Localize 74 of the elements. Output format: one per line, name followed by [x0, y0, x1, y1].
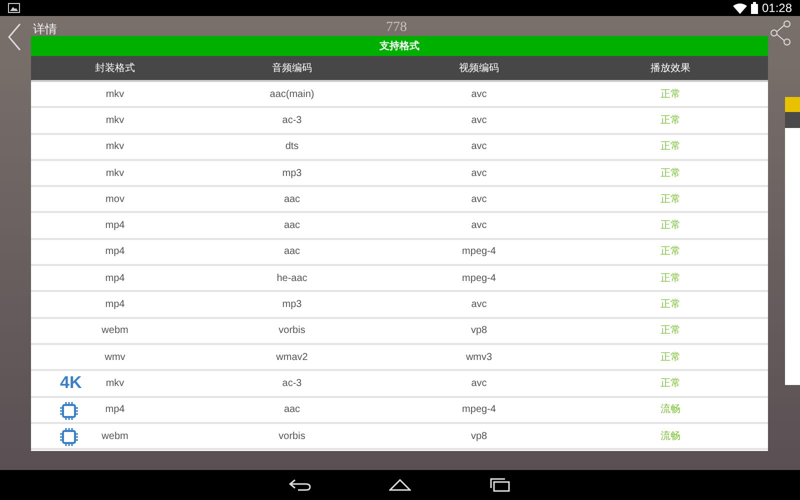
table-cell-text: he-aac	[276, 272, 308, 286]
table-cell-text: aac	[284, 403, 300, 418]
dialog-title: 支持格式	[31, 36, 768, 56]
chip-icon	[60, 402, 78, 420]
resolution-label: 4K	[60, 372, 82, 394]
share-icon[interactable]	[770, 20, 792, 46]
table-cell-text: mkv	[106, 140, 124, 154]
table-cell-text: aac	[284, 219, 300, 234]
playback-status: 正常	[660, 88, 680, 102]
table-cell-text: mkv	[106, 376, 124, 391]
table-cell-text: mpeg-4	[462, 245, 496, 260]
playback-status: 正常	[660, 218, 680, 234]
table-cell-text: vp8	[470, 324, 488, 338]
table-cell-text: mpeg-4	[462, 403, 496, 418]
table-cell-text: mp3	[282, 166, 302, 181]
wifi-icon	[732, 2, 747, 14]
chip-icon	[60, 428, 78, 446]
table-cell-text: dts	[285, 140, 299, 154]
column-header: 播放效果	[650, 62, 690, 76]
table-cell-text: mp4	[105, 219, 125, 234]
item-title: 778	[386, 21, 407, 35]
playback-status: 正常	[660, 192, 680, 207]
column-header: 视频编码	[459, 62, 499, 76]
playback-status: 正常	[660, 324, 680, 338]
table-cell-text: wmv	[104, 350, 126, 365]
table-cell-text: webm	[102, 324, 128, 338]
table-cell-text: avc	[471, 114, 487, 128]
playback-status: 正常	[660, 272, 680, 286]
table-cell-text: avc	[471, 192, 487, 207]
column-header: 封装格式	[95, 62, 135, 76]
table-cell-text: aac(main)	[270, 88, 314, 102]
table-cell-text: mkv	[106, 166, 124, 181]
table-cell-text: wmv3	[466, 350, 492, 365]
table-cell-text: ac-3	[282, 376, 302, 391]
playback-status: 正常	[660, 140, 680, 154]
image-icon	[8, 3, 20, 13]
clock-time: 01:28	[762, 0, 792, 17]
table-cell-text: vorbis	[278, 430, 306, 444]
back-icon[interactable]	[289, 479, 311, 491]
table-cell-text: mkv	[106, 114, 124, 128]
playback-status: 流畅	[660, 402, 680, 418]
home-icon[interactable]	[389, 479, 411, 491]
battery-icon	[750, 2, 758, 14]
table-cell-text: mpeg-4	[462, 272, 496, 286]
table-cell-text: aac	[284, 192, 300, 207]
playback-status: 正常	[660, 244, 680, 260]
table-cell-text: vp8	[470, 430, 488, 444]
playback-status: 正常	[660, 350, 680, 365]
recent-apps-icon[interactable]	[489, 478, 511, 492]
playback-status: 正常	[660, 114, 680, 128]
table-cell-text: mp4	[105, 272, 125, 286]
playback-status: 流畅	[660, 430, 680, 444]
table-cell-text: mp4	[105, 403, 125, 418]
table-cell-text: avc	[471, 219, 487, 234]
table-cell-text: avc	[471, 166, 487, 181]
table-cell-text: wmav2	[276, 350, 308, 365]
page-title: 详情	[33, 22, 57, 36]
table-cell-text: avc	[471, 140, 487, 154]
table-cell-text: mp3	[282, 298, 302, 312]
table-cell-text: webm	[102, 430, 128, 444]
table-cell-text: aac	[284, 245, 300, 260]
playback-status: 正常	[660, 298, 680, 312]
playback-status: 正常	[660, 376, 680, 391]
table-cell-text: mp4	[105, 298, 125, 312]
table-cell-text: mov	[106, 192, 124, 207]
table-cell-text: avc	[471, 298, 487, 312]
table-cell-text: vorbis	[278, 324, 306, 338]
table-cell-text: avc	[471, 88, 487, 102]
column-header: 音频编码	[272, 62, 312, 76]
table-cell-text: mp4	[105, 245, 125, 260]
playback-status: 正常	[660, 166, 680, 181]
table-cell-text: avc	[471, 376, 487, 391]
table-cell-text: ac-3	[282, 114, 302, 128]
table-cell-text: mkv	[106, 88, 124, 102]
